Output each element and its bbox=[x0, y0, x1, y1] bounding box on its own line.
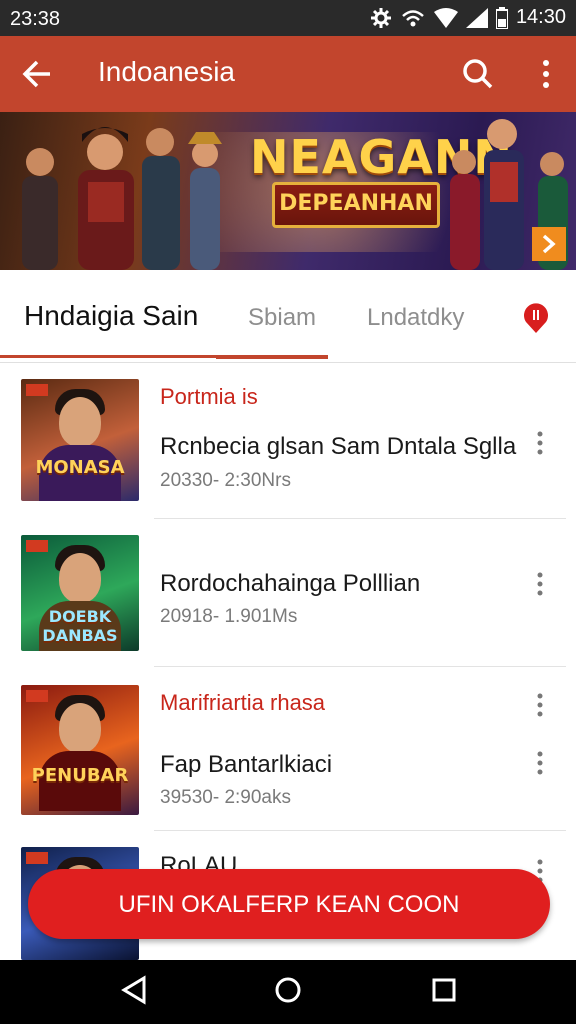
notification-badge-icon[interactable] bbox=[520, 302, 552, 334]
banner-next-button[interactable] bbox=[532, 227, 566, 261]
item-kicker: Marifriartia rhasa bbox=[160, 690, 326, 715]
tab-hndaigia-sain[interactable]: Hndaigia Sain bbox=[24, 300, 198, 332]
gear-icon bbox=[370, 7, 392, 29]
item-thumbnail: MONASA bbox=[21, 379, 139, 501]
thumbnail-face bbox=[59, 553, 101, 603]
item-title: Rcnbecia glsan Sam Dntala Sglla bbox=[160, 433, 517, 460]
wifi-calling-icon bbox=[400, 7, 426, 29]
list-item[interactable]: PENUBAR Marifriartia rhasa Fap Bantarlki… bbox=[0, 684, 576, 830]
app-bar: Indoanesia bbox=[0, 36, 576, 112]
promo-banner[interactable]: NEAGANN DEPEANHAN bbox=[0, 112, 576, 270]
cta-label: UFIN OKALFERP KEAN COON bbox=[118, 891, 460, 918]
list-divider bbox=[154, 518, 566, 519]
thumbnail-tag bbox=[26, 852, 48, 864]
banner-subtitle-plate: DEPEANHAN bbox=[272, 182, 440, 228]
item-meta: 39530- 2:90aks bbox=[160, 787, 291, 808]
more-vert-icon[interactable] bbox=[530, 692, 550, 718]
status-time-right: 14:30 bbox=[515, 6, 566, 28]
list-item[interactable]: MONASA Portmia is Rcnbecia glsan Sam Dnt… bbox=[0, 378, 576, 518]
more-vert-icon[interactable] bbox=[526, 54, 566, 94]
tab-sbiam[interactable]: Sbiam bbox=[248, 304, 316, 332]
list-divider bbox=[154, 830, 566, 831]
system-nav-bar bbox=[0, 960, 576, 1024]
recents-square-icon[interactable] bbox=[430, 974, 458, 1006]
home-circle-icon[interactable] bbox=[274, 974, 302, 1006]
status-right-cluster: 14:30 bbox=[370, 6, 566, 29]
item-meta: 20330- 2:30Nrs bbox=[160, 470, 291, 491]
more-vert-icon[interactable] bbox=[530, 750, 550, 776]
more-vert-icon[interactable] bbox=[530, 430, 550, 456]
banner-title: NEAGANN bbox=[250, 130, 513, 184]
thumbnail-tag bbox=[26, 540, 48, 552]
item-title: Rordochahainga Polllian bbox=[160, 570, 421, 597]
tab-bar: Hndaigia Sain Sbiam Lndatdky bbox=[0, 270, 576, 363]
chevron-right-icon bbox=[542, 234, 556, 254]
item-meta: 20918- 1.901Ms bbox=[160, 606, 298, 627]
active-tab-indicator-accent bbox=[216, 355, 328, 359]
banner-characters-left bbox=[22, 127, 222, 270]
thumbnail-title: MONASA bbox=[35, 457, 125, 478]
signal-icon bbox=[465, 7, 488, 28]
thumbnail-face bbox=[59, 397, 101, 447]
back-triangle-icon[interactable] bbox=[120, 974, 148, 1006]
thumbnail-tag bbox=[26, 384, 48, 396]
page-title: Indoanesia bbox=[98, 56, 236, 87]
status-time-left: 23:38 bbox=[10, 8, 61, 30]
item-title: Fap Bantarlkiaci bbox=[160, 751, 333, 778]
back-arrow-icon[interactable] bbox=[18, 54, 58, 94]
status-bar: 23:38 14:30 bbox=[0, 0, 576, 36]
thumbnail-title: PENUBAR bbox=[31, 765, 129, 786]
item-thumbnail: PENUBAR bbox=[21, 685, 139, 815]
item-thumbnail: DOEBK DANBAS bbox=[21, 535, 139, 651]
more-vert-icon[interactable] bbox=[530, 571, 550, 597]
wifi-icon bbox=[433, 7, 458, 28]
thumbnail-title: DOEBK DANBAS bbox=[42, 607, 118, 645]
thumbnail-face bbox=[59, 703, 101, 753]
search-icon[interactable] bbox=[458, 54, 498, 94]
item-kicker: Portmia is bbox=[160, 384, 258, 409]
banner-subtitle: DEPEANHAN bbox=[279, 191, 433, 216]
battery-icon bbox=[495, 6, 508, 29]
list-divider bbox=[154, 666, 566, 667]
thumbnail-tag bbox=[26, 690, 48, 702]
list-item[interactable]: DOEBK DANBAS Rordochahainga Polllian 209… bbox=[0, 534, 576, 666]
tab-lndatdky[interactable]: Lndatdky bbox=[367, 304, 464, 332]
primary-cta-button[interactable]: UFIN OKALFERP KEAN COON bbox=[28, 869, 550, 939]
